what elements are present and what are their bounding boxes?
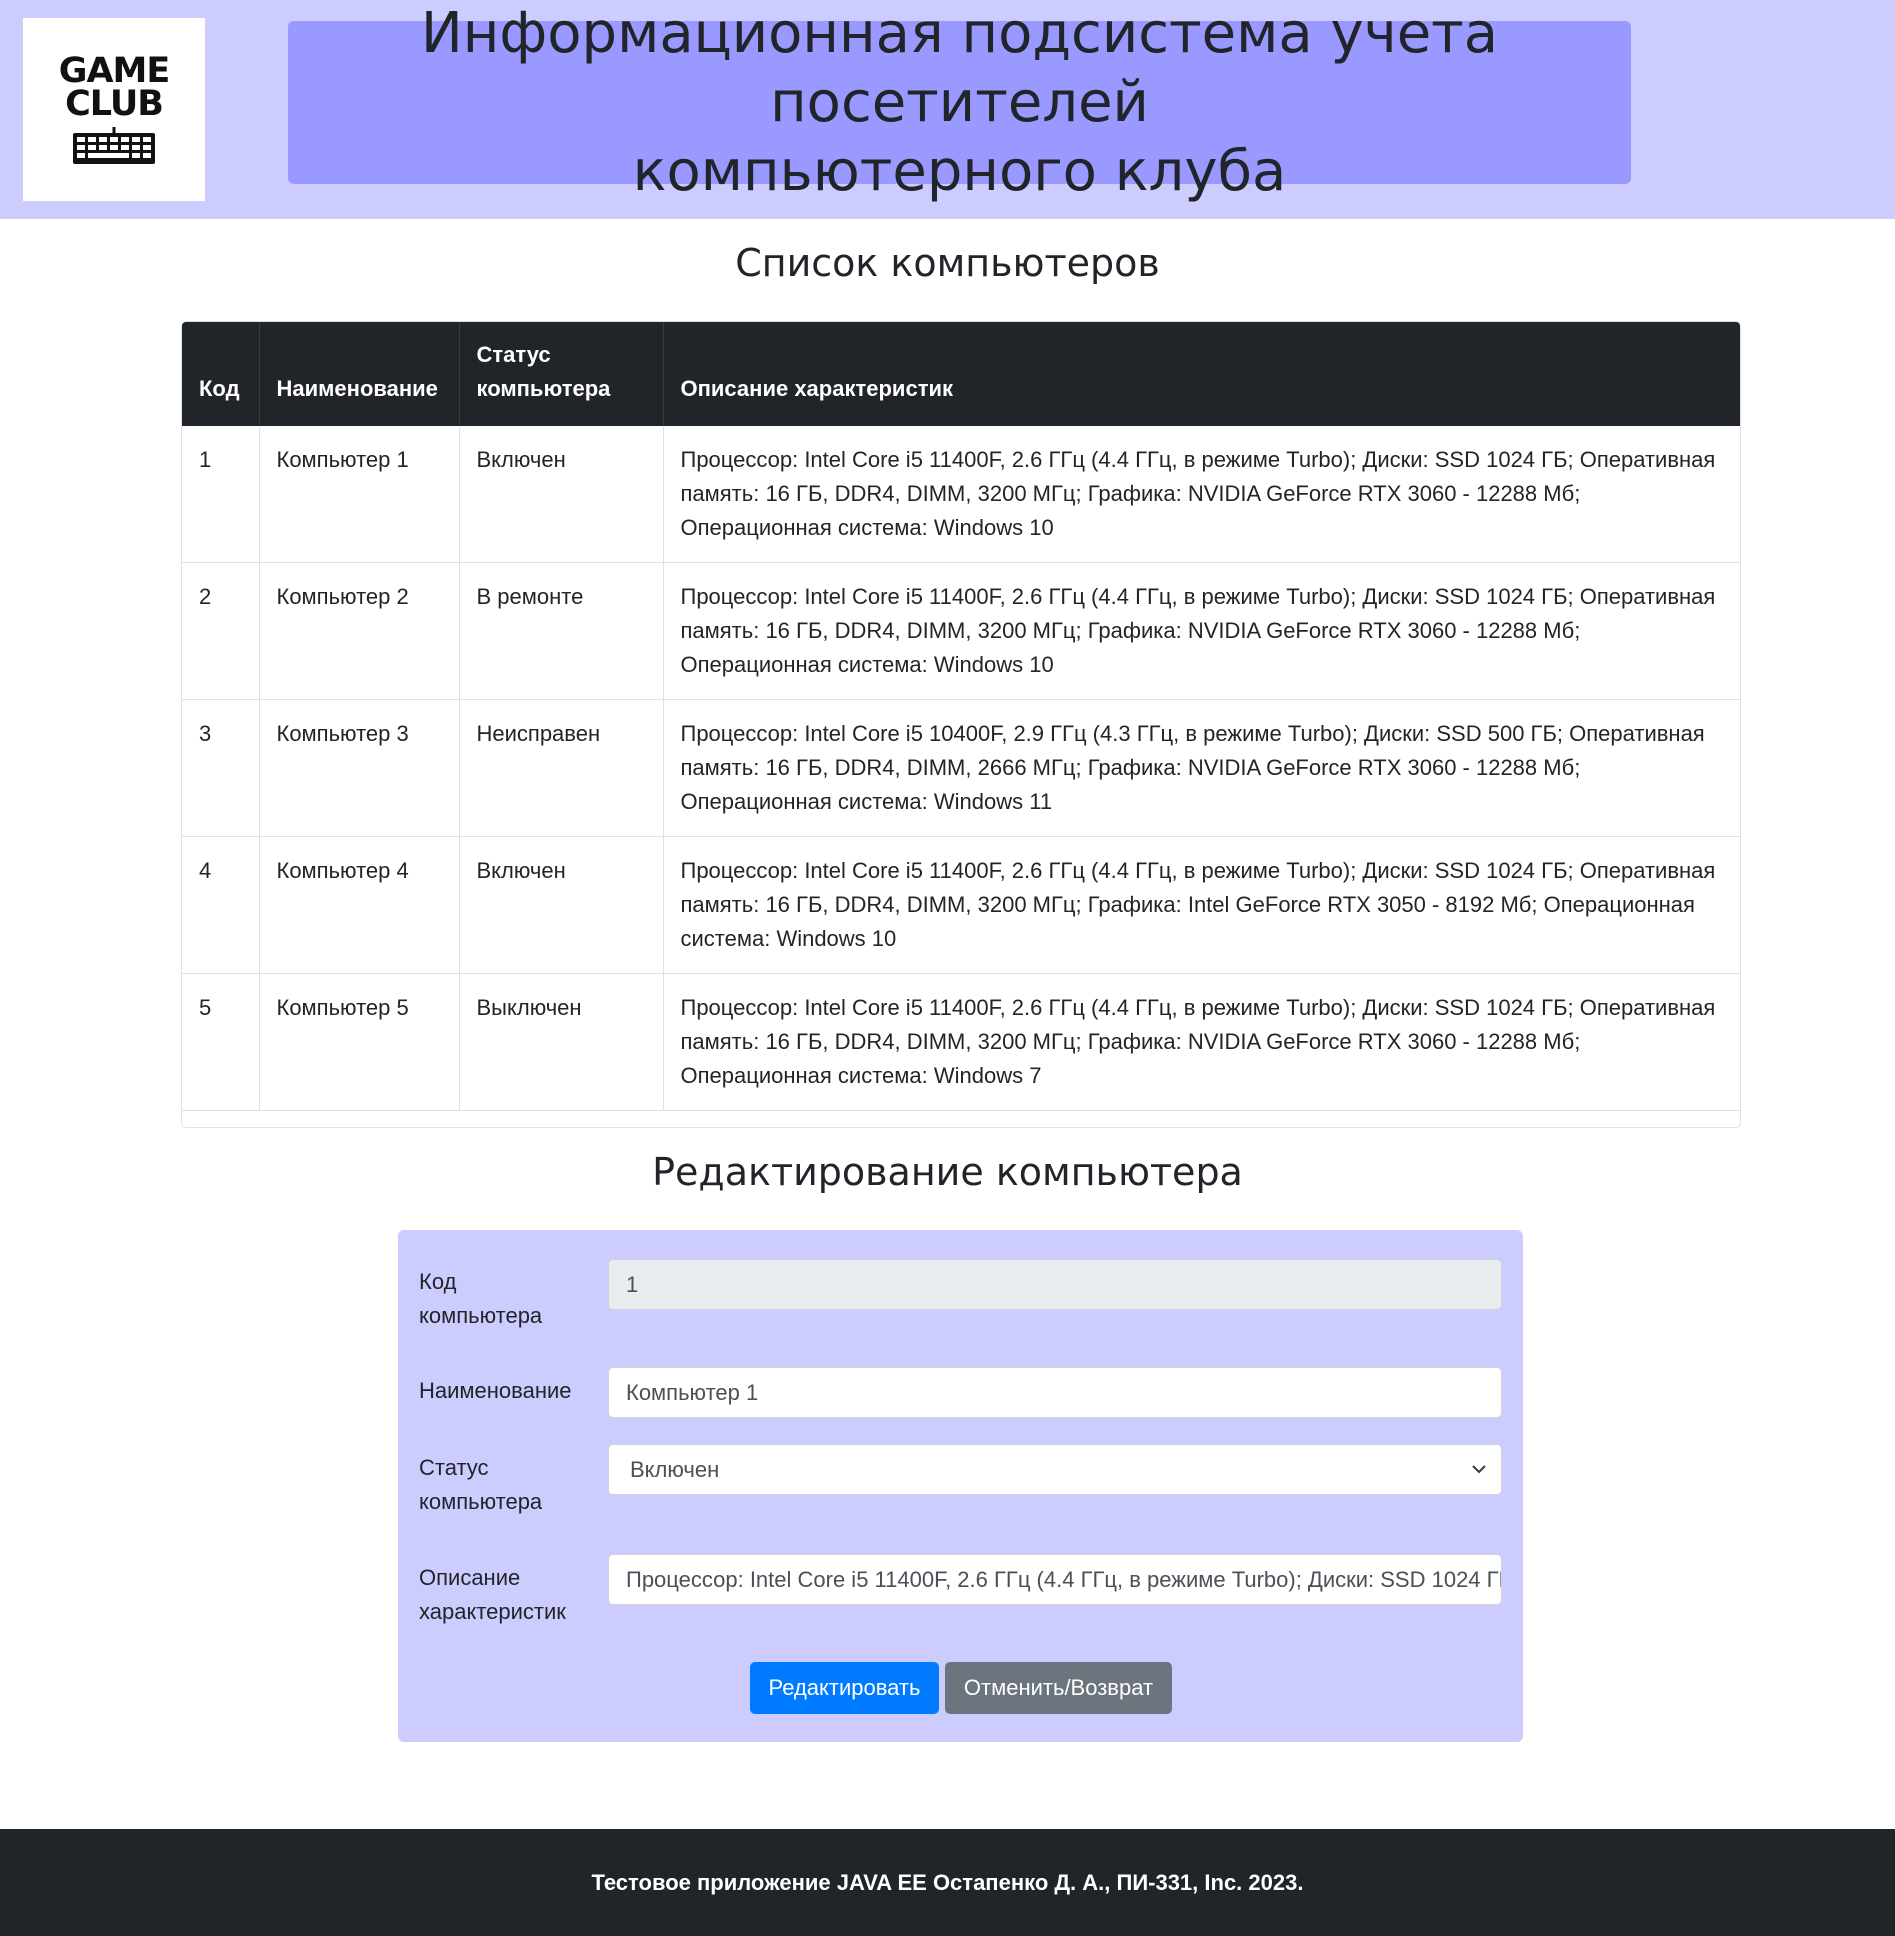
page-footer: Тестовое приложение JAVA EE Остапенко Д.… xyxy=(0,1829,1895,1936)
edit-computer-form: Код компьютера 1 Наименование Компьютер … xyxy=(398,1230,1523,1742)
column-header-status: Статус компьютера xyxy=(459,322,664,426)
status-select-value: Включен xyxy=(630,1456,720,1482)
logo-text-line2: CLUB xyxy=(65,83,164,124)
computer-id-field[interactable]: 1 xyxy=(608,1259,1502,1310)
table-row[interactable]: 2 Компьютер 2 В ремонте Процессор: Intel… xyxy=(182,562,1740,700)
logo-text-line1: GAME xyxy=(58,50,171,91)
app-title-line1: Информационная подсистема учета посетите… xyxy=(420,1,1499,135)
description-label: Описание характеристик xyxy=(419,1565,566,1624)
computers-table: Код Наименование Статус компьютера Описа… xyxy=(182,322,1740,1111)
cell-name: Компьютер 4 xyxy=(259,836,460,974)
cell-id: 2 xyxy=(182,562,260,700)
cell-description: Процессор: Intel Core i5 11400F, 2.6 ГГц… xyxy=(680,584,1716,677)
edit-computer-heading: Редактирование компьютера xyxy=(652,1150,1243,1194)
cell-id: 3 xyxy=(182,699,260,837)
name-field[interactable]: Компьютер 1 xyxy=(608,1367,1502,1418)
game-club-logo[interactable]: GAME CLUB xyxy=(23,18,205,201)
app-title-line2: компьютерного клуба xyxy=(632,139,1287,204)
status-select[interactable]: Включен xyxy=(608,1444,1502,1495)
footer-text: Тестовое приложение JAVA EE Остапенко Д.… xyxy=(591,1869,1304,1895)
cell-description: Процессор: Intel Core i5 11400F, 2.6 ГГц… xyxy=(680,447,1716,540)
cell-name: Компьютер 1 xyxy=(259,426,460,563)
cell-description: Процессор: Intel Core i5 11400F, 2.6 ГГц… xyxy=(680,995,1716,1088)
description-field[interactable]: Процессор: Intel Core i5 11400F, 2.6 ГГц… xyxy=(608,1554,1502,1605)
chevron-down-icon xyxy=(1472,1465,1486,1474)
cell-id: 1 xyxy=(182,426,260,563)
cell-description: Процессор: Intel Core i5 11400F, 2.6 ГГц… xyxy=(680,858,1716,951)
cell-name: Компьютер 2 xyxy=(259,562,460,700)
cell-id: 4 xyxy=(182,836,260,974)
table-row[interactable]: 1 Компьютер 1 Включен Процессор: Intel C… xyxy=(182,426,1740,563)
computers-table-container: Код Наименование Статус компьютера Описа… xyxy=(181,321,1741,1128)
app-title: Информационная подсистема учета посетите… xyxy=(288,0,1631,206)
cell-status: Включен xyxy=(459,836,664,974)
edit-button[interactable]: Редактировать xyxy=(750,1662,939,1714)
cell-status: Неисправен xyxy=(459,699,664,837)
column-header-id: Код xyxy=(182,322,260,426)
table-row[interactable]: 3 Компьютер 3 Неисправен Процессор: Inte… xyxy=(182,699,1740,837)
status-label: Статус компьютера xyxy=(419,1455,543,1514)
table-header-row: Код Наименование Статус компьютера Описа… xyxy=(182,322,1740,426)
table-row[interactable]: 4 Компьютер 4 Включен Процессор: Intel C… xyxy=(182,836,1740,974)
cell-description: Процессор: Intel Core i5 10400F, 2.9 ГГц… xyxy=(680,721,1705,814)
column-header-name: Наименование xyxy=(259,322,460,426)
cell-id: 5 xyxy=(182,973,260,1111)
cancel-return-button[interactable]: Отменить/Возврат xyxy=(945,1662,1172,1714)
cell-status: Включен xyxy=(459,426,664,563)
cell-name: Компьютер 3 xyxy=(259,699,460,837)
cell-status: Выключен xyxy=(459,973,664,1111)
computers-list-heading: Список компьютеров xyxy=(735,241,1160,285)
page-header: GAME CLUB Информационная подсистема учет… xyxy=(0,0,1895,219)
keyboard-icon xyxy=(73,126,155,164)
cell-name: Компьютер 5 xyxy=(259,973,460,1111)
computer-id-label: Код компьютера xyxy=(419,1269,543,1328)
table-row[interactable]: 5 Компьютер 5 Выключен Процессор: Intel … xyxy=(182,973,1740,1111)
column-header-description: Описание характеристик xyxy=(680,376,954,401)
app-title-banner: Информационная подсистема учета посетите… xyxy=(288,1,1631,204)
cell-status: В ремонте xyxy=(459,562,664,700)
name-label: Наименование xyxy=(419,1378,572,1403)
